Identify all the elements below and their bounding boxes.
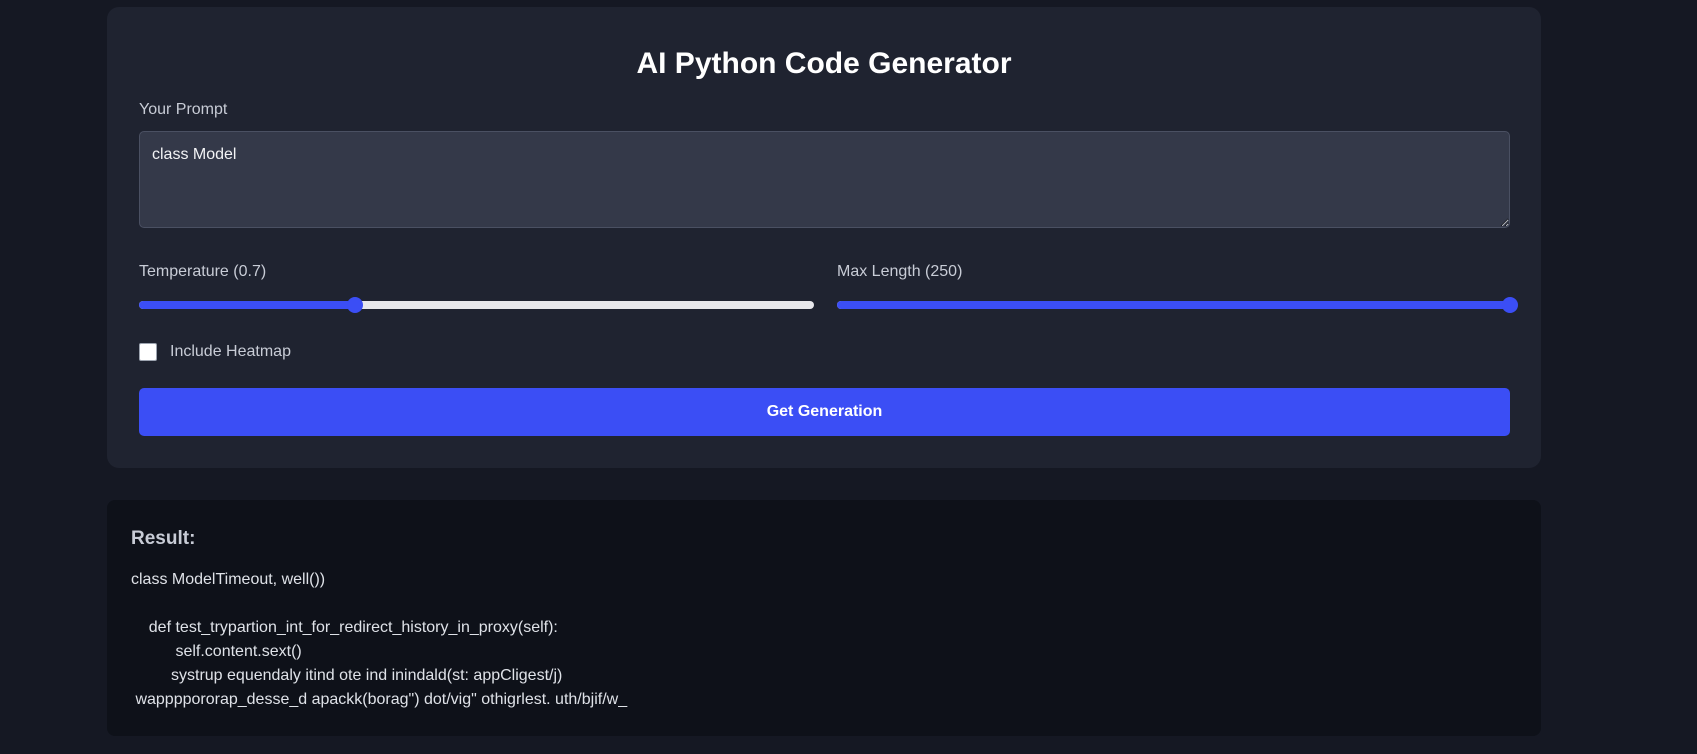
max-length-slider-fill <box>837 301 1510 309</box>
heatmap-label: Include Heatmap <box>170 343 291 360</box>
temperature-slider-thumb[interactable] <box>347 297 363 313</box>
page-title: AI Python Code Generator <box>636 47 1012 80</box>
prompt-label: Your Prompt <box>139 101 228 118</box>
heatmap-option[interactable]: Include Heatmap <box>139 341 291 363</box>
result-title: Result: <box>131 528 196 549</box>
temperature-slider-fill <box>139 301 355 309</box>
temperature-label: Temperature (0.7) <box>139 263 267 280</box>
max-length-slider-thumb[interactable] <box>1502 297 1518 313</box>
prompt-input[interactable]: class Model <box>139 131 1510 228</box>
heatmap-checkbox[interactable] <box>139 343 157 361</box>
max-length-label: Max Length (250) <box>837 263 963 280</box>
result-panel: Result: class ModelTimeout, well()) def … <box>107 500 1541 736</box>
max-length-slider[interactable] <box>837 297 1518 313</box>
result-text: class ModelTimeout, well()) def test_try… <box>131 571 628 708</box>
generator-card: AI Python Code Generator Your Prompt cla… <box>107 7 1541 468</box>
get-generation-button[interactable]: Get Generation <box>139 388 1510 436</box>
temperature-slider[interactable] <box>139 297 814 313</box>
